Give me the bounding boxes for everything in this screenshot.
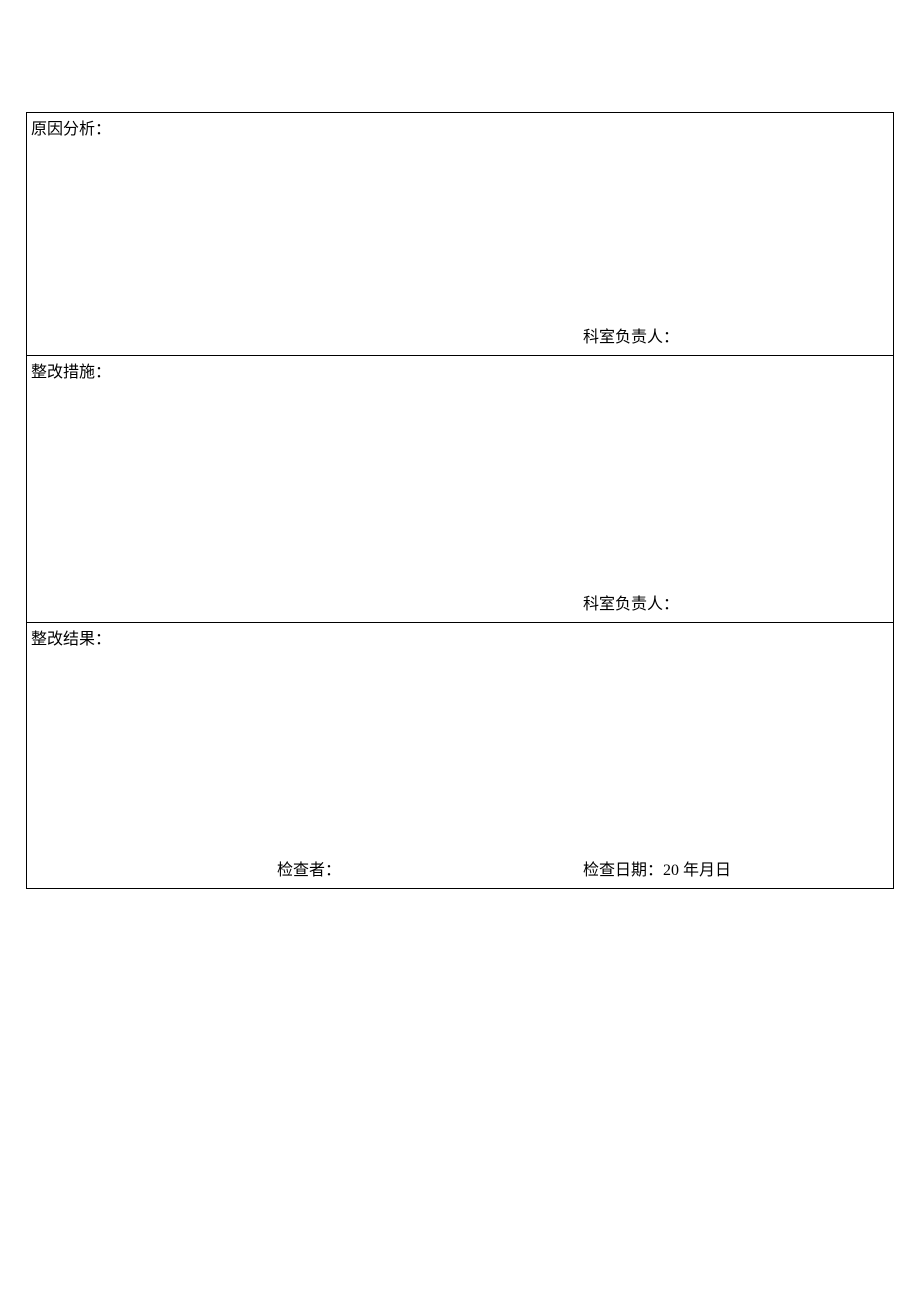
cause-analysis-label: 原因分析： [31, 121, 111, 138]
responsible-person-label-2: 科室负责人： [583, 594, 679, 616]
inspection-form-table: 原因分析： 科室负责人： 整改措施： 科室负责人： 整改结果： 检查者： 检查日… [26, 112, 894, 889]
corrective-measures-label: 整改措施： [31, 364, 111, 381]
corrective-results-label: 整改结果： [31, 631, 111, 648]
corrective-results-cell[interactable]: 整改结果： 检查者： 检查日期：20 年月日 [27, 623, 894, 889]
responsible-person-label-1: 科室负责人： [583, 327, 679, 349]
cause-analysis-cell[interactable]: 原因分析： 科室负责人： [27, 113, 894, 356]
inspection-date-label: 检查日期：20 年月日 [583, 860, 731, 882]
corrective-measures-cell[interactable]: 整改措施： 科室负责人： [27, 356, 894, 623]
inspector-label: 检查者： [277, 860, 341, 882]
